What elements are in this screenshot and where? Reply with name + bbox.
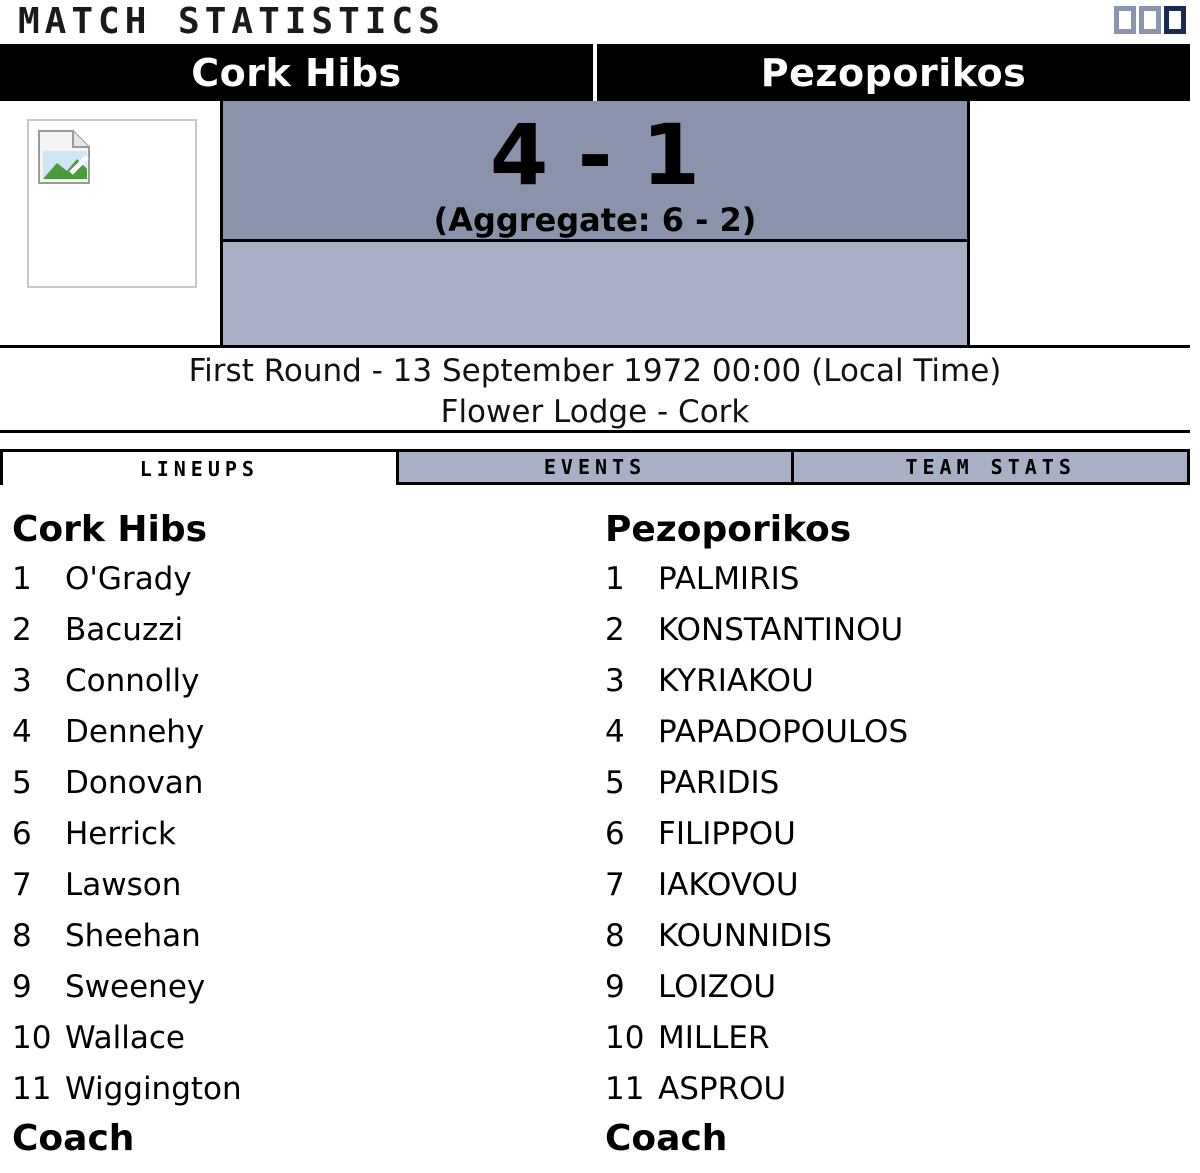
player-number: 7 — [12, 867, 32, 903]
player-row: 6 Herrick — [12, 809, 572, 860]
player-row: 2 KONSTANTINOU — [605, 605, 1165, 656]
player-row: 9 LOIZOU — [605, 962, 1165, 1013]
player-row: 4 Dennehy — [12, 707, 572, 758]
player-name: KONSTANTINOU — [658, 612, 904, 648]
player-name: Sweeney — [65, 969, 206, 1005]
broken-image-icon — [38, 130, 90, 184]
player-number: 1 — [12, 561, 32, 597]
home-coach-label: Coach — [12, 1118, 135, 1159]
player-name: Bacuzzi — [65, 612, 184, 648]
player-row: 10 Wallace — [12, 1013, 572, 1064]
player-number: 3 — [12, 663, 32, 699]
round-date-info: First Round - 13 September 1972 00:00 (L… — [188, 353, 1002, 389]
player-name: PALMIRIS — [658, 561, 800, 597]
player-row: 6 FILIPPOU — [605, 809, 1165, 860]
player-name: Herrick — [65, 816, 176, 852]
player-row: 5 PARIDIS — [605, 758, 1165, 809]
away-lineup: Pezoporikos 1 PALMIRIS 2 KONSTANTINOU 3 KYR… — [605, 508, 1165, 1161]
player-row: 1 PALMIRIS — [605, 554, 1165, 605]
tab-bar: LINEUPS EVENTS TEAM STATS — [0, 449, 1191, 485]
player-number: 5 — [605, 765, 625, 801]
score-panel: 4 - 1 (Aggregate: 6 - 2) — [220, 101, 970, 346]
player-number: 5 — [12, 765, 32, 801]
divider — [0, 430, 1190, 433]
divider — [0, 345, 1190, 348]
player-name: Donovan — [65, 765, 204, 801]
home-lineup-team: Cork Hibs — [12, 509, 208, 550]
team-crest-image — [27, 119, 197, 288]
player-name: Lawson — [65, 867, 182, 903]
player-name: FILIPPOU — [658, 816, 796, 852]
player-number: 1 — [605, 561, 625, 597]
player-number: 8 — [12, 918, 32, 954]
player-name: PARIDIS — [658, 765, 780, 801]
player-number: 9 — [12, 969, 32, 1005]
player-number: 11 — [12, 1071, 52, 1107]
player-number: 3 — [605, 663, 625, 699]
player-row: 11 ASPROU — [605, 1064, 1165, 1115]
player-row: 1 O'Grady — [12, 554, 572, 605]
player-row: 10 MILLER — [605, 1013, 1165, 1064]
player-number: 10 — [12, 1020, 52, 1056]
player-number: 2 — [12, 612, 32, 648]
player-number: 6 — [605, 816, 625, 852]
away-lineup-team: Pezoporikos — [605, 509, 852, 550]
player-number: 4 — [12, 714, 32, 750]
player-row: 11 Wiggington — [12, 1064, 572, 1115]
teams-header: Cork Hibs Pezoporikos — [0, 44, 1190, 101]
player-row: 8 Sheehan — [12, 911, 572, 962]
player-name: Dennehy — [65, 714, 205, 750]
player-number: 6 — [12, 816, 32, 852]
player-number: 2 — [605, 612, 625, 648]
title-bar: MATCH STATISTICS — [0, 0, 1200, 44]
player-number: 4 — [605, 714, 625, 750]
final-score: 4 - 1 — [489, 106, 701, 204]
away-team-name[interactable]: Pezoporikos — [597, 44, 1190, 101]
home-team-name[interactable]: Cork Hibs — [0, 44, 597, 101]
venue-info: Flower Lodge - Cork — [440, 394, 750, 430]
player-name: Wallace — [65, 1020, 186, 1056]
tab-lineups[interactable]: LINEUPS — [0, 449, 399, 485]
player-row: 9 Sweeney — [12, 962, 572, 1013]
player-number: 8 — [605, 918, 625, 954]
player-name: Sheehan — [65, 918, 201, 954]
player-name: Connolly — [65, 663, 200, 699]
player-row: 2 Bacuzzi — [12, 605, 572, 656]
window-buttons — [1114, 6, 1186, 34]
player-name: IAKOVOU — [658, 867, 799, 903]
player-number: 7 — [605, 867, 625, 903]
home-lineup: Cork Hibs 1 O'Grady 2 Bacuzzi 3 Connolly 4D… — [12, 508, 572, 1161]
player-name: Wiggington — [65, 1071, 242, 1107]
player-name: LOIZOU — [658, 969, 777, 1005]
player-number: 10 — [605, 1020, 645, 1056]
minimize-box-icon[interactable] — [1114, 6, 1136, 34]
player-row: 8 KOUNNIDIS — [605, 911, 1165, 962]
player-name: MILLER — [658, 1020, 770, 1056]
player-number: 9 — [605, 969, 625, 1005]
aggregate-score: (Aggregate: 6 - 2) — [433, 201, 757, 239]
player-row: 7 Lawson — [12, 860, 572, 911]
player-row: 4 PAPADOPOULOS — [605, 707, 1165, 758]
player-name: KYRIAKOU — [658, 663, 814, 699]
active-box-icon[interactable] — [1164, 6, 1186, 34]
player-row: 5 Donovan — [12, 758, 572, 809]
player-row: 7 IAKOVOU — [605, 860, 1165, 911]
player-name: O'Grady — [65, 561, 192, 597]
player-name: ASPROU — [658, 1071, 787, 1107]
player-row: 3 Connolly — [12, 656, 572, 707]
restore-box-icon[interactable] — [1139, 6, 1161, 34]
player-name: PAPADOPOULOS — [658, 714, 909, 750]
score-box: 4 - 1 (Aggregate: 6 - 2) — [223, 101, 967, 242]
player-name: KOUNNIDIS — [658, 918, 832, 954]
tab-events[interactable]: EVENTS — [398, 449, 795, 485]
tab-team-stats[interactable]: TEAM STATS — [794, 449, 1191, 485]
player-row: 3 KYRIAKOU — [605, 656, 1165, 707]
player-number: 11 — [605, 1071, 645, 1107]
page-title: MATCH STATISTICS — [18, 1, 445, 42]
away-coach-label: Coach — [605, 1118, 728, 1159]
